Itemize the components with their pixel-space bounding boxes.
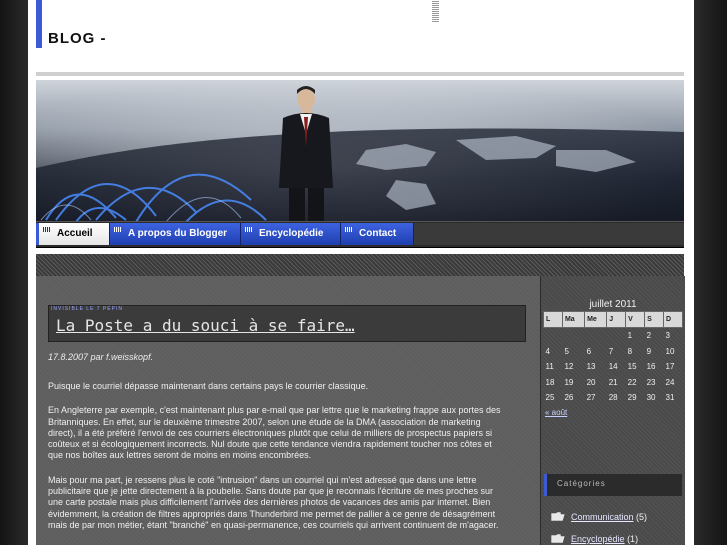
calendar-day xyxy=(562,328,584,344)
page-container: BLOG - Accueil A propos du Blogger Encyc… xyxy=(28,0,694,545)
post-date: 17.8.2007 par f.weisskopf. xyxy=(48,352,154,362)
tab-a-propos[interactable]: A propos du Blogger xyxy=(110,223,241,245)
calendar-day: 28 xyxy=(608,393,618,403)
weekday-header: Ma xyxy=(561,311,586,328)
blog-header: BLOG - xyxy=(28,0,694,80)
categories-heading-bar: Catégories xyxy=(544,474,682,496)
folder-icon xyxy=(550,511,566,522)
right-background xyxy=(694,0,727,545)
category-item: Communication (5) xyxy=(550,511,648,522)
category-link-communication[interactable]: Communication xyxy=(571,512,634,522)
post-tag: INVISIBLE LE 7 PÉPIN xyxy=(51,306,123,312)
calendar-day: 18 xyxy=(545,377,555,387)
calendar-day: 1 xyxy=(627,331,633,341)
calendar-week: 11 12 13 14 15 16 17 xyxy=(544,359,683,375)
category-link-encyclopedie[interactable]: Encyclopédie xyxy=(571,534,625,544)
calendar-day: 27 xyxy=(586,393,596,403)
calendar-week: 25 26 27 28 29 30 31 xyxy=(544,390,683,406)
category-item: Encyclopédie (1) xyxy=(550,533,639,544)
grip-decoration xyxy=(432,0,439,22)
calendar-day: 12 xyxy=(564,362,574,372)
calendar-day: 25 xyxy=(545,393,555,403)
tab-accueil[interactable]: Accueil xyxy=(36,223,110,245)
calendar-caption: juillet 2011 xyxy=(589,299,637,310)
post-paragraph: Mais pour ma part, je ressens plus le co… xyxy=(48,474,499,530)
calendar-day: 17 xyxy=(665,362,675,372)
calendar-day: 8 xyxy=(627,346,633,356)
calendar-day: 2 xyxy=(646,331,652,341)
dotted-grip-icon xyxy=(245,227,253,232)
tab-encyclopedie[interactable]: Encyclopédie xyxy=(241,223,341,245)
calendar-day: 14 xyxy=(608,362,618,372)
post-title-link[interactable]: La Poste a du souci à se faire… xyxy=(56,316,355,335)
blog-title[interactable]: BLOG - xyxy=(48,30,107,47)
main-navigation: Accueil A propos du Blogger Encyclopédie… xyxy=(36,221,684,248)
weekday-header: L xyxy=(543,311,563,328)
sidebar: juillet 2011 L Ma Me J V S D 1 2 3 4 5 6… xyxy=(540,276,685,545)
calendar-day: 19 xyxy=(564,377,574,387)
calendar-day: 31 xyxy=(665,393,675,403)
calendar-day: 9 xyxy=(646,346,652,356)
calendar-day: 22 xyxy=(627,377,637,387)
dotted-grip-icon xyxy=(345,227,353,232)
calendar-prev-month-link[interactable]: « août xyxy=(545,408,567,417)
calendar-day: 10 xyxy=(665,346,675,356)
nav-filler xyxy=(414,223,684,245)
post-paragraph: En Angleterre par exemple, c'est mainten… xyxy=(48,405,501,461)
calendar: L Ma Me J V S D 1 2 3 4 5 6 7 8 9 10 11 … xyxy=(543,311,683,406)
header-divider xyxy=(36,72,684,76)
tab-label: Contact xyxy=(359,228,397,239)
folder-icon xyxy=(550,533,566,544)
tab-label: A propos du Blogger xyxy=(128,228,228,239)
calendar-week: 4 5 6 7 8 9 10 xyxy=(544,344,683,360)
calendar-week: 1 2 3 xyxy=(544,328,683,344)
calendar-day xyxy=(544,328,563,344)
accent-strip xyxy=(36,0,42,48)
calendar-week: 18 19 20 21 22 23 24 xyxy=(544,375,683,391)
post-header: INVISIBLE LE 7 PÉPIN La Poste a du souci… xyxy=(48,305,526,342)
calendar-day: 4 xyxy=(545,346,550,356)
calendar-day xyxy=(607,328,626,344)
dotted-grip-icon xyxy=(114,227,122,232)
calendar-day: 23 xyxy=(646,377,656,387)
calendar-day: 13 xyxy=(586,362,596,372)
weekday-header: V xyxy=(625,311,646,328)
pattern-divider xyxy=(36,254,684,276)
dotted-grip-icon xyxy=(43,227,51,232)
weekday-header: S xyxy=(644,311,664,328)
category-count: (5) xyxy=(636,512,648,522)
calendar-day: 21 xyxy=(608,377,618,387)
calendar-day: 11 xyxy=(545,362,554,372)
calendar-day: 29 xyxy=(627,393,637,403)
category-count: (1) xyxy=(627,534,639,544)
calendar-day: 5 xyxy=(564,346,569,356)
weekday-header: D xyxy=(663,311,683,328)
calendar-day: 26 xyxy=(564,393,574,403)
main-content: INVISIBLE LE 7 PÉPIN La Poste a du souci… xyxy=(36,276,540,545)
calendar-day: 24 xyxy=(665,377,675,387)
post-body: Puisque le courriel dépasse maintenant d… xyxy=(48,381,508,544)
calendar-day: 15 xyxy=(627,362,637,372)
weekday-header: Me xyxy=(584,311,608,328)
weekday-header: J xyxy=(606,311,627,328)
left-background xyxy=(0,0,28,545)
tab-label: Encyclopédie xyxy=(259,228,324,239)
calendar-day: 6 xyxy=(586,346,592,356)
calendar-day: 30 xyxy=(646,393,656,403)
tab-contact[interactable]: Contact xyxy=(341,223,414,245)
tab-label: Accueil xyxy=(57,228,93,239)
calendar-day: 7 xyxy=(608,346,614,356)
header-banner-image xyxy=(36,80,684,222)
calendar-day xyxy=(585,328,607,344)
calendar-day: 16 xyxy=(646,362,656,372)
post-paragraph: Puisque le courriel dépasse maintenant d… xyxy=(48,381,369,391)
calendar-day: 20 xyxy=(586,377,596,387)
calendar-day: 3 xyxy=(665,331,670,341)
categories-heading: Catégories xyxy=(557,479,606,488)
